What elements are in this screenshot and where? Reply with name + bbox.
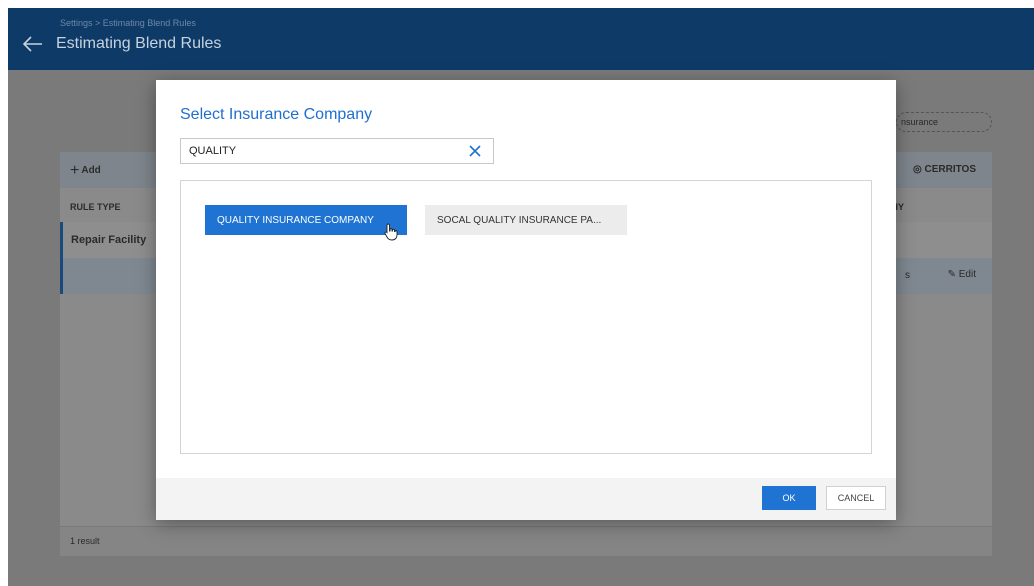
result-count: 1 result [70, 536, 100, 546]
select-insurance-dialog: Select Insurance Company QUALITY INSURAN… [156, 80, 896, 520]
add-label: Add [81, 165, 101, 176]
option-quality-insurance-company[interactable]: QUALITY INSURANCE COMPANY [205, 205, 407, 235]
column-header-rule-type[interactable]: RULE TYPE [70, 202, 121, 212]
search-input[interactable] [181, 139, 461, 163]
location-label: CERRITOS [924, 164, 977, 175]
column-header-company[interactable]: IY [895, 202, 904, 212]
insurance-filter-pill[interactable]: nsurance [896, 112, 992, 132]
edit-label: Edit [958, 269, 976, 280]
clear-icon[interactable] [467, 143, 483, 159]
back-arrow-icon[interactable] [22, 35, 44, 53]
search-box [180, 138, 494, 164]
ok-button[interactable]: OK [762, 486, 816, 510]
option-socal-quality-insurance[interactable]: SOCAL QUALITY INSURANCE PA... [425, 205, 627, 235]
location-pin-icon: ◎ [912, 164, 925, 175]
location-filter[interactable]: ◎ CERRITOS [913, 164, 976, 175]
page-title: Estimating Blend Rules [56, 35, 222, 52]
edit-button[interactable]: ✎ Edit [948, 269, 976, 280]
plus-icon: + [70, 162, 80, 179]
table-footer: 1 result [60, 526, 992, 556]
hand-cursor-icon [384, 223, 398, 241]
rule-type-cell: Repair Facility [71, 234, 147, 246]
dialog-title: Select Insurance Company [180, 106, 373, 123]
row-cell: s [905, 270, 910, 281]
add-button[interactable]: + Add [70, 162, 101, 180]
app-window: Settings > Estimating Blend Rules Estima… [8, 8, 1034, 586]
page-header: Settings > Estimating Blend Rules Estima… [8, 8, 1034, 70]
pencil-icon: ✎ [947, 269, 959, 280]
breadcrumb[interactable]: Settings > Estimating Blend Rules [60, 18, 196, 28]
cancel-button[interactable]: CANCEL [826, 486, 886, 510]
results-panel: QUALITY INSURANCE COMPANY SOCAL QUALITY … [180, 180, 872, 454]
dialog-footer: OK CANCEL [156, 478, 896, 520]
